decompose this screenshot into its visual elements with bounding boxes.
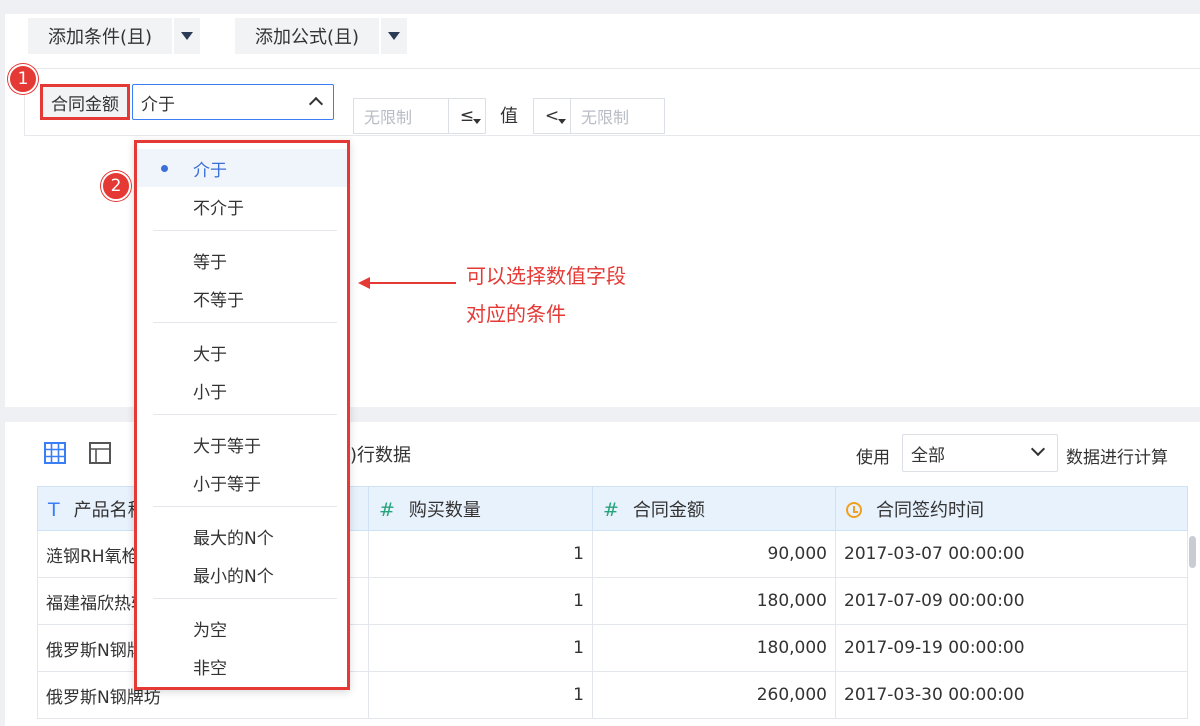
value-label: 值	[500, 106, 518, 127]
column-label: 合同金额	[632, 499, 705, 521]
caret-down-icon	[473, 119, 481, 124]
option-label: 最小的N个	[193, 566, 274, 587]
operator-select[interactable]: 介于	[132, 84, 334, 120]
dropdown-option-top-n[interactable]: 最大的N个	[137, 517, 347, 555]
caret-down-icon	[558, 119, 566, 124]
cell-quantity: 1	[368, 577, 593, 625]
max-operator-select[interactable]: <	[533, 98, 571, 134]
arrow-left-icon	[358, 277, 370, 289]
cell-sign-date: 2017-03-07 00:00:00	[835, 530, 1188, 578]
add-formula-button[interactable]: 添加公式(且)	[235, 18, 408, 54]
dropdown-option-not-between[interactable]: 不介于	[137, 187, 347, 225]
option-label: 不等于	[193, 290, 244, 311]
max-value-input[interactable]: 无限制	[570, 98, 665, 134]
operator-value: 介于	[141, 94, 175, 115]
min-operator-value: ≤	[459, 106, 475, 126]
cell-quantity: 1	[368, 624, 593, 672]
option-label: 大于	[193, 344, 227, 365]
column-header-amount[interactable]: # 合同金额	[592, 486, 836, 531]
dropdown-option-is-empty[interactable]: 为空	[137, 609, 347, 647]
column-label: 购买数量	[408, 499, 481, 521]
operator-dropdown: 介于 不介于 等于 不等于 大于 小于 大于等于 小于等于 最大的N个 最小的N…	[134, 140, 350, 690]
dropdown-option-not-equal[interactable]: 不等于	[137, 279, 347, 317]
option-label: 等于	[193, 252, 227, 273]
table-scrollbar[interactable]	[1189, 536, 1196, 568]
option-label: 不介于	[193, 198, 244, 219]
add-condition-button[interactable]: 添加条件(且)	[28, 18, 201, 54]
dropdown-option-equal[interactable]: 等于	[137, 241, 347, 279]
cell-quantity: 1	[368, 671, 593, 719]
clock-icon	[846, 501, 862, 518]
field-label: 合同金额	[40, 84, 130, 120]
dropdown-divider	[153, 230, 337, 231]
cell-quantity: 1	[368, 530, 593, 578]
dropdown-option-less[interactable]: 小于	[137, 371, 347, 409]
calc-label: 数据进行计算	[1066, 448, 1168, 468]
selected-dot-icon	[161, 165, 168, 172]
column-header-quantity[interactable]: # 购买数量	[368, 486, 593, 531]
option-label: 为空	[193, 620, 227, 641]
cell-amount: 90,000	[592, 530, 836, 578]
option-label: 最大的N个	[193, 528, 274, 549]
caret-down-icon	[388, 32, 401, 40]
annotation-line-2: 对应的条件	[466, 302, 566, 326]
use-label: 使用	[856, 448, 890, 468]
step-badge-1: 1	[8, 64, 38, 94]
dropdown-divider	[153, 414, 337, 415]
caret-down-icon	[181, 32, 194, 40]
dropdown-option-greater[interactable]: 大于	[137, 333, 347, 371]
option-label: 大于等于	[193, 436, 261, 457]
dropdown-option-less-equal[interactable]: 小于等于	[137, 463, 347, 501]
grid-view-icon[interactable]	[44, 442, 66, 464]
divider	[24, 68, 1200, 69]
layout-view-icon[interactable]	[89, 442, 111, 464]
option-label: 小于等于	[193, 474, 261, 495]
annotation-line-1: 可以选择数值字段	[466, 264, 626, 288]
cell-amount: 180,000	[592, 577, 836, 625]
dropdown-divider	[153, 598, 337, 599]
min-operator-select[interactable]: ≤	[448, 98, 486, 134]
data-scope-select[interactable]: 全部	[902, 434, 1058, 472]
step-badge-2: 2	[101, 171, 131, 201]
add-condition-dropdown-toggle[interactable]	[172, 18, 200, 54]
column-label: 合同签约时间	[876, 499, 984, 521]
dropdown-option-not-empty[interactable]: 非空	[137, 647, 347, 685]
number-type-icon: #	[379, 498, 395, 521]
dropdown-divider	[153, 322, 337, 323]
dropdown-option-between[interactable]: 介于	[137, 149, 347, 187]
cell-sign-date: 2017-07-09 00:00:00	[835, 577, 1188, 625]
max-operator-value: <	[544, 106, 560, 126]
data-scope-value: 全部	[911, 445, 945, 466]
cell-sign-date: 2017-09-19 00:00:00	[835, 624, 1188, 672]
cell-sign-date: 2017-03-30 00:00:00	[835, 671, 1188, 719]
rows-count-text: )行数据	[350, 445, 412, 466]
chevron-down-icon	[1030, 441, 1046, 457]
column-header-sign-date[interactable]: 合同签约时间	[835, 486, 1188, 531]
chevron-up-icon	[308, 96, 324, 112]
cell-amount: 260,000	[592, 671, 836, 719]
option-label: 介于	[193, 160, 227, 181]
number-type-icon: #	[603, 498, 619, 521]
option-label: 小于	[193, 382, 227, 403]
dropdown-divider	[153, 506, 337, 507]
annotation-arrow	[368, 282, 456, 284]
add-formula-label: 添加公式(且)	[255, 27, 360, 48]
add-formula-dropdown-toggle[interactable]	[379, 18, 407, 54]
dropdown-option-bottom-n[interactable]: 最小的N个	[137, 555, 347, 593]
dropdown-option-greater-equal[interactable]: 大于等于	[137, 425, 347, 463]
add-condition-label: 添加条件(且)	[48, 27, 153, 48]
option-label: 非空	[193, 658, 227, 679]
min-value-input[interactable]: 无限制	[353, 98, 449, 134]
cell-amount: 180,000	[592, 624, 836, 672]
text-type-icon: T	[48, 498, 60, 521]
